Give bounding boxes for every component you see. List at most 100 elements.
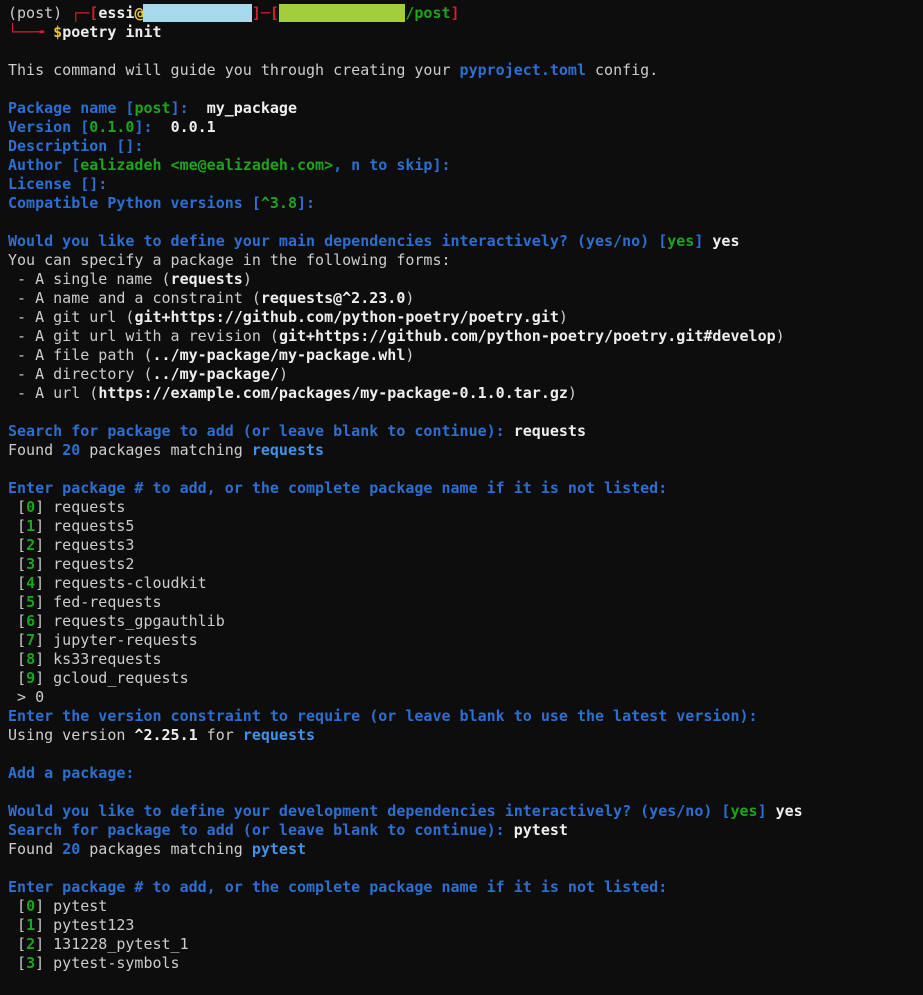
package-option-text: [	[8, 954, 26, 972]
package-option-text: 6	[26, 612, 35, 630]
package-option-text: 7	[26, 631, 35, 649]
search-package-prompt: Search for package to add (or leave blan…	[8, 821, 923, 840]
package-option-text: 1	[26, 517, 35, 535]
typed-selection: 0	[35, 688, 44, 706]
package-option: [5] fed-requests	[8, 593, 923, 612]
package-option-text: ]	[35, 897, 53, 915]
intro-line: This command will guide you through crea…	[8, 61, 923, 80]
package-option-text: [	[8, 669, 26, 687]
shell-prompt-line-1-text: ]	[451, 4, 460, 22]
package-option-text: ]	[35, 631, 53, 649]
search-package-prompt: Search for package to add (or leave blan…	[8, 422, 923, 441]
package-option-text: [	[8, 574, 26, 592]
package-option-text: requests	[53, 498, 125, 516]
package-option-text: ]	[35, 916, 53, 934]
form-bullet-url: - A url (https://example.com/packages/my…	[8, 384, 923, 403]
package-option-text: [	[8, 517, 26, 535]
current-directory: /post	[405, 4, 450, 22]
package-option-text: ]	[35, 954, 53, 972]
form-bullet-git-revision: - A git url with a revision (git+https:/…	[8, 327, 923, 346]
match-count: 20	[62, 441, 80, 459]
form-bullet-url-text: )	[568, 384, 577, 402]
dev-deps-question-text: Would you like to define your developmen…	[8, 802, 730, 820]
blank-line	[8, 745, 923, 764]
package-option-text: requests3	[53, 536, 134, 554]
package-option-text: pytest123	[53, 916, 134, 934]
package-option-text: pytest	[53, 897, 107, 915]
version-prompt-text: 0.1.0	[89, 118, 134, 136]
add-package-prompt-text: Add a package:	[8, 764, 134, 782]
package-option-text: pytest-symbols	[53, 954, 179, 972]
package-option-text: requests2	[53, 555, 134, 573]
dev-deps-question-text: yes	[730, 802, 757, 820]
redacted-path-block	[279, 4, 405, 22]
package-option-text: [	[8, 916, 26, 934]
package-option-text: [	[8, 935, 26, 953]
shell-prompt-line-1-text: ]─[	[252, 4, 279, 22]
form-bullet-single-name-text: )	[243, 270, 252, 288]
blank-line	[8, 783, 923, 802]
package-option-text: ]	[35, 536, 53, 554]
package-option: [0] pytest	[8, 897, 923, 916]
intro-line-text: config.	[586, 61, 658, 79]
package-option-text: ]	[35, 612, 53, 630]
package-option-text: [	[8, 536, 26, 554]
shell-prompt-line-2: └──╼ $poetry init	[8, 23, 923, 42]
main-deps-question-text: yes	[667, 232, 694, 250]
package-option-text: 0	[26, 897, 35, 915]
found-packages-line-text: Found	[8, 441, 62, 459]
using-version-line-text: Using version	[8, 726, 134, 744]
form-bullet-file-path: - A file path (../my-package/my-package.…	[8, 346, 923, 365]
package-option-text: ]	[35, 650, 53, 668]
form-bullet-constraint-text: )	[405, 289, 414, 307]
found-packages-line-text: pytest	[252, 840, 306, 858]
typed-search-term: pytest	[514, 821, 568, 839]
dev-deps-question-text: ]	[758, 802, 767, 820]
package-option-text: ks33requests	[53, 650, 161, 668]
package-option-text: gcloud_requests	[53, 669, 188, 687]
package-option-text: requests5	[53, 517, 134, 535]
forms-header-text: You can specify a package in the followi…	[8, 251, 451, 269]
package-option: [4] requests-cloudkit	[8, 574, 923, 593]
version-prompt: Version [0.1.0]: 0.0.1	[8, 118, 923, 137]
package-option-text: requests_gpgauthlib	[53, 612, 225, 630]
package-option-text: [	[8, 612, 26, 630]
package-option-text: 3	[26, 555, 35, 573]
shell-prompt-line-1-text: ┌─[	[71, 4, 98, 22]
package-option: [2] requests3	[8, 536, 923, 555]
package-option: [8] ks33requests	[8, 650, 923, 669]
package-option-text: ]	[35, 517, 53, 535]
shell-prompt-line-1: (post) ┌─[essi@ ]─[ /post]	[8, 4, 923, 23]
author-prompt: Author [ealizadeh <me@ealizadeh.com>, n …	[8, 156, 923, 175]
form-bullet-git-revision-text: )	[776, 327, 785, 345]
form-bullet-git-url: - A git url (git+https://github.com/pyth…	[8, 308, 923, 327]
python-versions-prompt-text: ]:	[297, 194, 315, 212]
dev-deps-question-text	[767, 802, 776, 820]
found-packages-line: Found 20 packages matching pytest	[8, 840, 923, 859]
blank-line	[8, 42, 923, 61]
enter-package-prompt-text: Enter package # to add, or the complete …	[8, 479, 667, 497]
blank-line	[8, 403, 923, 422]
package-option-text: ]	[35, 935, 53, 953]
author-prompt-text: ealizadeh <me@ealizadeh.com>	[80, 156, 333, 174]
terminal[interactable]: (post) ┌─[essi@ ]─[ /post]└──╼ $poetry i…	[0, 0, 923, 995]
form-bullet-constraint: - A name and a constraint (requests@^2.2…	[8, 289, 923, 308]
package-option-text: ]	[35, 593, 53, 611]
virtualenv-indicator: (post)	[8, 4, 71, 22]
found-packages-line-text: packages matching	[80, 840, 252, 858]
form-bullet-directory-text: )	[279, 365, 288, 383]
main-deps-question: Would you like to define your main depen…	[8, 232, 923, 251]
using-version-line-text: requests	[243, 726, 315, 744]
match-count: 20	[62, 840, 80, 858]
description-prompt: Description []:	[8, 137, 923, 156]
package-option: [1] requests5	[8, 517, 923, 536]
selection-input-line-text: >	[8, 688, 35, 706]
version-constraint-prompt: Enter the version constraint to require …	[8, 707, 923, 726]
form-bullet-directory-text: - A directory (	[8, 365, 153, 383]
using-version-line-text: for	[198, 726, 243, 744]
version-prompt-text: ]:	[134, 118, 152, 136]
search-package-prompt-text: Search for package to add (or leave blan…	[8, 821, 514, 839]
form-bullet-git-url-text: )	[559, 308, 568, 326]
form-bullet-single-name-text: - A single name (	[8, 270, 171, 288]
enter-package-prompt-text: Enter package # to add, or the complete …	[8, 878, 667, 896]
